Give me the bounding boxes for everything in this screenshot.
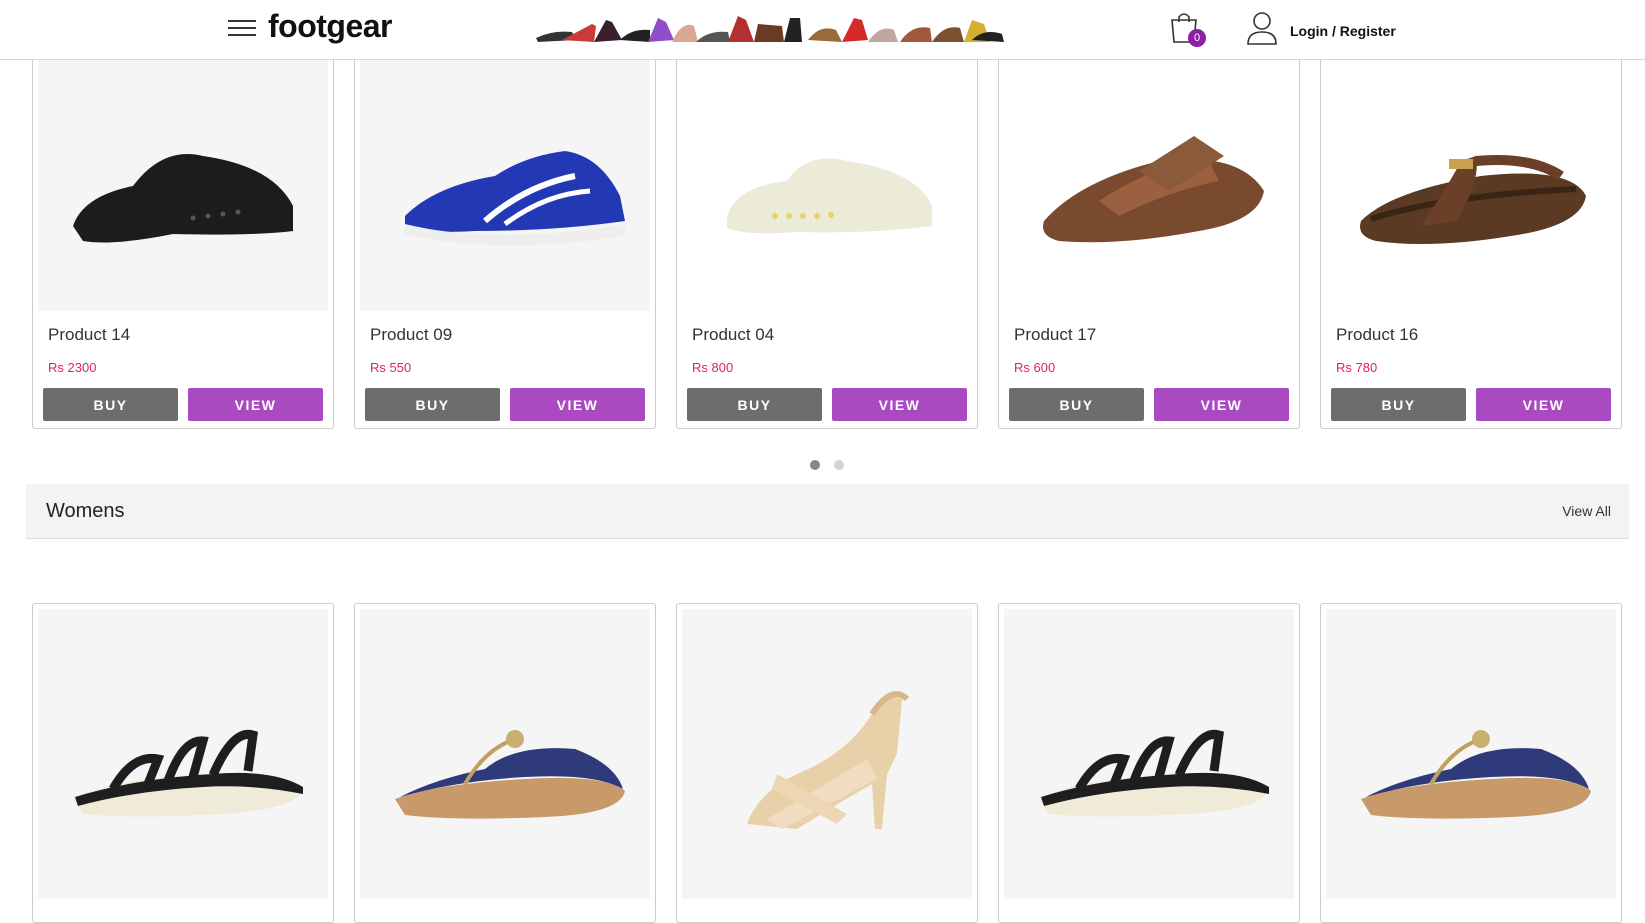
product-image[interactable] <box>360 609 650 899</box>
buy-button[interactable]: BUY <box>687 388 822 421</box>
womens-product-carousel <box>32 603 1626 923</box>
login-register-link[interactable]: Login / Register <box>1290 23 1396 39</box>
menu-icon[interactable] <box>228 16 256 40</box>
buy-button[interactable]: BUY <box>1331 388 1466 421</box>
buy-button[interactable]: BUY <box>43 388 178 421</box>
product-price: Rs 800 <box>692 360 734 375</box>
product-card[interactable] <box>32 603 334 923</box>
product-image[interactable] <box>1004 60 1294 311</box>
product-price: Rs 600 <box>1014 360 1056 375</box>
section-header-womens: Womens View All <box>26 484 1629 539</box>
product-image[interactable] <box>1326 60 1616 311</box>
view-button[interactable]: VIEW <box>510 388 645 421</box>
buy-button[interactable]: BUY <box>1009 388 1144 421</box>
product-card[interactable] <box>1320 603 1622 923</box>
product-image[interactable] <box>360 60 650 311</box>
shoe-banner-image <box>536 16 1004 42</box>
carousel-dot-2[interactable] <box>834 460 844 470</box>
view-button[interactable]: VIEW <box>832 388 967 421</box>
product-card[interactable]: Product 14 Rs 2300 BUY VIEW <box>32 60 334 429</box>
product-price: Rs 550 <box>370 360 412 375</box>
product-card[interactable]: Product 09 Rs 550 BUY VIEW <box>354 60 656 429</box>
product-card[interactable]: Product 16 Rs 780 BUY VIEW <box>1320 60 1622 429</box>
product-image[interactable] <box>682 609 972 899</box>
buy-button[interactable]: BUY <box>365 388 500 421</box>
product-carousel: Product 14 Rs 2300 BUY VIEW Product 09 R… <box>32 60 1626 429</box>
product-image[interactable] <box>38 60 328 311</box>
product-name[interactable]: Product 14 <box>48 325 333 347</box>
product-name[interactable]: Product 04 <box>692 325 977 347</box>
product-card[interactable] <box>998 603 1300 923</box>
product-card[interactable] <box>676 603 978 923</box>
product-card[interactable]: Product 04 Rs 800 BUY VIEW <box>676 60 978 429</box>
product-card[interactable]: Product 17 Rs 600 BUY VIEW <box>998 60 1300 429</box>
product-price: Rs 780 <box>1336 360 1378 375</box>
cart-button[interactable]: 0 <box>1168 10 1208 50</box>
site-logo[interactable]: footgear <box>268 8 393 45</box>
product-name[interactable]: Product 17 <box>1014 325 1299 347</box>
view-button[interactable]: VIEW <box>188 388 323 421</box>
view-button[interactable]: VIEW <box>1476 388 1611 421</box>
product-image[interactable] <box>38 609 328 899</box>
product-name[interactable]: Product 16 <box>1336 325 1621 347</box>
product-image[interactable] <box>1004 609 1294 899</box>
carousel-pager <box>810 460 844 470</box>
carousel-dot-1[interactable] <box>810 460 820 470</box>
cart-count-badge: 0 <box>1188 29 1206 47</box>
product-name[interactable]: Product 09 <box>370 325 655 347</box>
product-image[interactable] <box>682 60 972 311</box>
section-title: Womens <box>46 500 125 522</box>
product-price: Rs 2300 <box>48 360 97 375</box>
user-icon[interactable] <box>1245 10 1279 46</box>
product-image[interactable] <box>1326 609 1616 899</box>
view-button[interactable]: VIEW <box>1154 388 1289 421</box>
view-all-link[interactable]: View All <box>1562 503 1611 519</box>
product-card[interactable] <box>354 603 656 923</box>
site-header: footgear 0 Login / Register <box>0 0 1645 60</box>
